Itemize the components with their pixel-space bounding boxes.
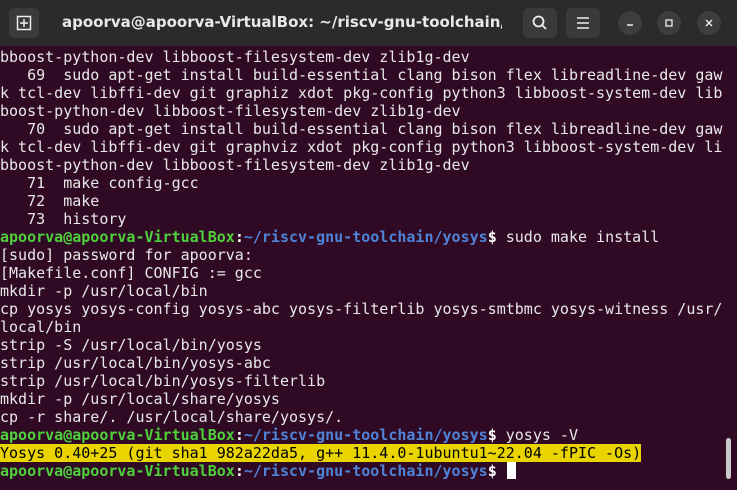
output-line: 71 make config-gcc — [0, 174, 199, 192]
prompt-path: ~/riscv-gnu-toolchain/yosys — [243, 462, 488, 480]
output-line: cp yosys yosys-config yosys-abc yosys-fi… — [0, 300, 723, 318]
output-line: strip /usr/local/bin/yosys-filterlib — [0, 372, 326, 390]
maximize-icon — [665, 19, 673, 27]
prompt-dollar: $ — [487, 462, 497, 480]
prompt-user: apoorva@apoorva-VirtualBox — [0, 228, 235, 246]
yosys-version-output: Yosys 0.40+25 (git sha1 982a22da5, g++ 1… — [0, 444, 725, 462]
output-line: mkdir -p /usr/local/share/yosys — [0, 390, 280, 408]
output-line: boost-python-dev libboost-filesystem-dev… — [0, 102, 461, 120]
highlighted-output-text: Yosys 0.40+25 (git sha1 982a22da5, g++ 1… — [0, 444, 642, 462]
prompt-line: apoorva@apoorva-VirtualBox:~/riscv-gnu-t… — [0, 426, 725, 444]
prompt-line: apoorva@apoorva-VirtualBox:~/riscv-gnu-t… — [0, 462, 725, 480]
new-tab-button[interactable] — [9, 8, 39, 38]
minimize-icon — [627, 24, 633, 26]
close-button[interactable] — [697, 11, 721, 35]
new-tab-icon — [16, 15, 32, 31]
output-line: [Makefile.conf] CONFIG := gcc — [0, 264, 262, 282]
close-icon — [705, 19, 713, 27]
text-cursor — [506, 462, 516, 479]
output-line: k tcl-dev libffi-dev git graphviz xdot p… — [0, 138, 723, 156]
output-line: bboost-python-dev libboost-filesystem-de… — [0, 48, 470, 66]
command-text: sudo make install — [496, 228, 660, 246]
title-bar: apoorva@apoorva-VirtualBox: ~/riscv-gnu-… — [0, 0, 737, 46]
output-line: strip -S /usr/local/bin/yosys — [0, 336, 262, 354]
prompt-colon: : — [234, 426, 244, 444]
output-line: [sudo] password for apoorva: — [0, 246, 253, 264]
prompt-path: ~/riscv-gnu-toolchain/yosys — [243, 426, 488, 444]
vertical-scrollbar[interactable] — [726, 438, 731, 479]
prompt-user: apoorva@apoorva-VirtualBox — [0, 426, 235, 444]
search-icon — [532, 15, 547, 30]
prompt-colon: : — [234, 228, 244, 246]
hamburger-menu-icon — [577, 17, 589, 29]
output-line: 70 sudo apt-get install build-essential … — [0, 120, 723, 138]
command-text — [497, 462, 506, 480]
prompt-line: apoorva@apoorva-VirtualBox:~/riscv-gnu-t… — [0, 228, 725, 246]
terminal-output[interactable]: bboost-python-dev libboost-filesystem-de… — [0, 48, 725, 490]
prompt-colon: : — [234, 462, 244, 480]
output-line: 72 make — [0, 192, 100, 210]
prompt-dollar: $ — [487, 228, 497, 246]
prompt-path: ~/riscv-gnu-toolchain/yosys — [243, 228, 488, 246]
output-line: 69 sudo apt-get install build-essential … — [0, 66, 723, 84]
output-line: strip /usr/local/bin/yosys-abc — [0, 354, 271, 372]
output-line: local/bin — [0, 318, 82, 336]
terminal-window: apoorva@apoorva-VirtualBox: ~/riscv-gnu-… — [0, 0, 737, 490]
search-button[interactable] — [523, 8, 557, 38]
output-line: mkdir -p /usr/local/bin — [0, 282, 208, 300]
output-line: k tcl-dev libffi-dev git graphiz xdot pk… — [0, 84, 723, 102]
output-line: 73 history — [0, 210, 127, 228]
output-line: bboost-python-dev libboost-filesystem-de… — [0, 156, 470, 174]
maximize-button[interactable] — [657, 11, 681, 35]
output-line: cp -r share/. /usr/local/share/yosys/. — [0, 408, 344, 426]
command-text: yosys -V — [496, 426, 578, 444]
prompt-user: apoorva@apoorva-VirtualBox — [0, 462, 235, 480]
menu-button[interactable] — [566, 8, 600, 38]
minimize-button[interactable] — [618, 11, 642, 35]
window-title: apoorva@apoorva-VirtualBox: ~/riscv-gnu-… — [62, 13, 502, 31]
prompt-dollar: $ — [487, 426, 497, 444]
